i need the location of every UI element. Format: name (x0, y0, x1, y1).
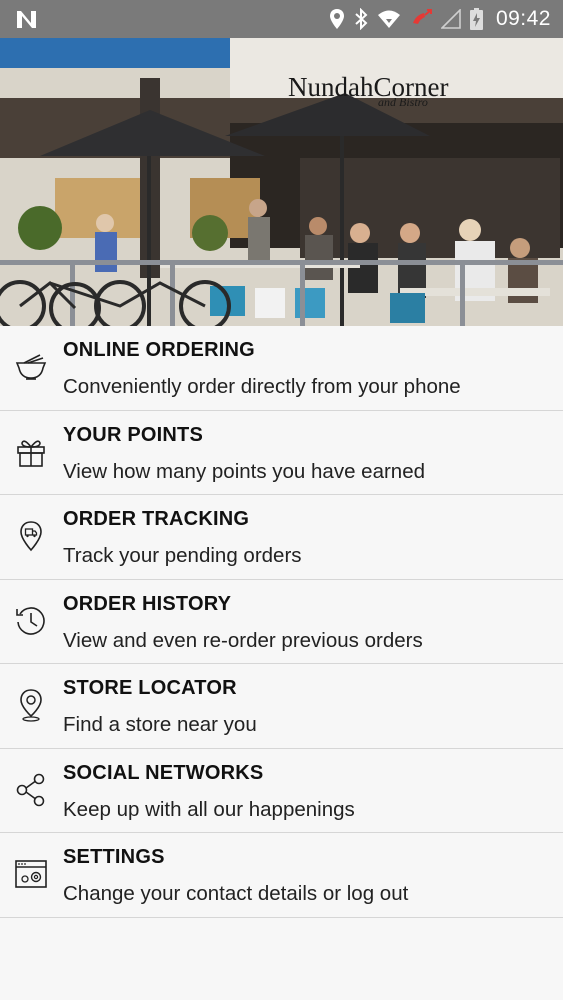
bowl-icon (14, 350, 48, 384)
menu-item-subtitle: Keep up with all our happenings (63, 797, 355, 821)
gift-icon (14, 435, 48, 469)
notification-n-icon (17, 11, 36, 28)
menu-item-title: STORE LOCATOR (63, 677, 237, 699)
menu-item-subtitle: Conveniently order directly from your ph… (63, 375, 461, 398)
menu-item-subtitle: View and even re-order previous orders (63, 628, 423, 652)
delivery-pin-icon (14, 519, 48, 553)
missed-call-icon (412, 9, 432, 24)
battery-charging-icon (469, 8, 483, 30)
empty-area (0, 918, 563, 1000)
signal-icon (440, 9, 461, 29)
status-time: 09:42 (495, 7, 551, 30)
menu-item-title: ORDER HISTORY (63, 592, 232, 615)
menu-item-subtitle: View how many points you have earned (63, 459, 426, 483)
hero-image: NundahCorner and Bistro (0, 38, 563, 326)
menu-item-title: YOUR POINTS (63, 423, 203, 446)
menu-item-subtitle: Track your pending orders (63, 544, 302, 567)
hero-sign-subtext: and Bistro (378, 95, 428, 109)
menu-item-subtitle: Find a store near you (63, 713, 257, 736)
wifi-icon (377, 10, 400, 28)
settings-window-icon (14, 857, 48, 891)
menu-item-online-ordering[interactable]: ONLINE ORDERING Conveniently order direc… (0, 326, 563, 411)
menu-item-settings[interactable]: SETTINGS Change your contact details or … (0, 833, 563, 918)
menu-item-subtitle: Change your contact details or log out (63, 882, 409, 905)
share-icon (14, 773, 48, 807)
menu-item-order-tracking[interactable]: ORDER TRACKING Track your pending orders (0, 495, 563, 580)
menu-item-title: ONLINE ORDERING (63, 339, 255, 361)
menu-item-title: SETTINGS (63, 846, 165, 868)
menu-item-store-locator[interactable]: STORE LOCATOR Find a store near you (0, 664, 563, 749)
status-bar: 09:42 (0, 0, 563, 38)
menu-item-your-points[interactable]: YOUR POINTS View how many points you hav… (0, 410, 563, 495)
menu-item-title: ORDER TRACKING (63, 508, 250, 530)
location-pin-icon (14, 688, 48, 722)
bluetooth-icon (355, 8, 368, 30)
menu-item-order-history[interactable]: ORDER HISTORY View and even re-order pre… (0, 579, 563, 664)
menu-item-social-networks[interactable]: SOCIAL NETWORKS Keep up with all our hap… (0, 748, 563, 833)
main-menu: ONLINE ORDERING Conveniently order direc… (0, 326, 563, 918)
menu-item-title: SOCIAL NETWORKS (63, 761, 264, 784)
location-icon (329, 9, 344, 29)
history-icon (14, 604, 48, 638)
